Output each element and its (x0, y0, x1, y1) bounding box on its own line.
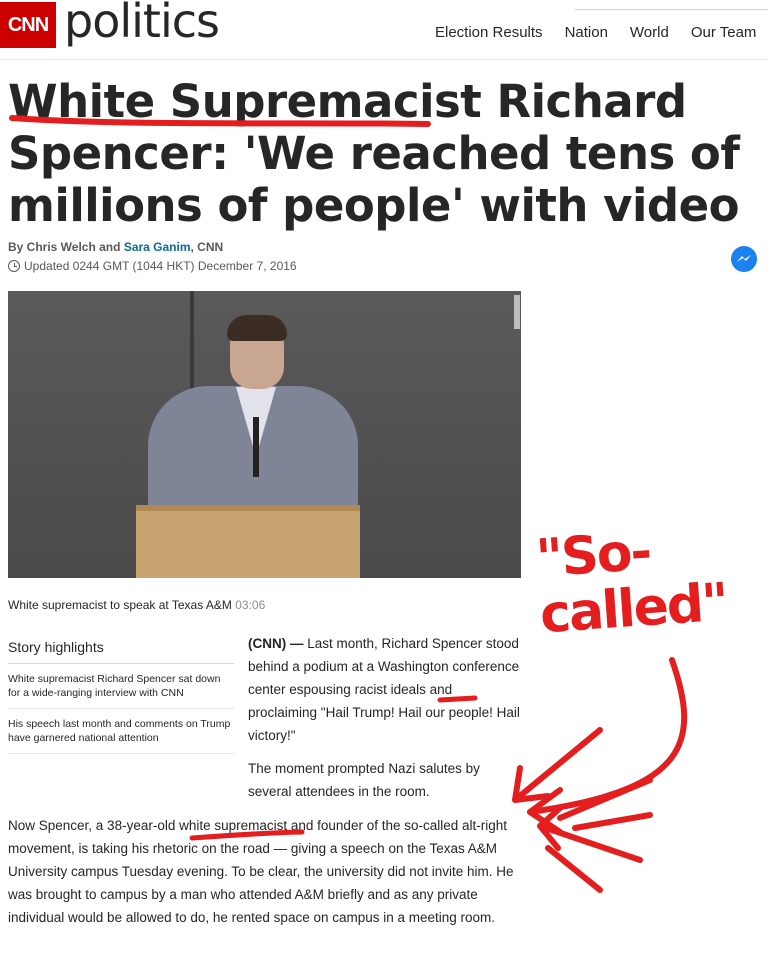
article-body-column: (CNN) — Last month, Richard Spencer stoo… (248, 632, 523, 813)
article-headline: White Supremacist Richard Spencer: 'We r… (8, 75, 740, 232)
video-podium (136, 505, 360, 578)
article-lede: (CNN) — (248, 636, 304, 651)
nav-nation[interactable]: Nation (565, 24, 608, 41)
video-caption[interactable]: White supremacist to speak at Texas A&M … (8, 598, 265, 612)
byline: By Chris Welch and Sara Ganim, CNN (8, 240, 223, 254)
highlights-title: Story highlights (8, 631, 234, 664)
article-paragraph-text: Last month, Richard Spencer stood behind… (248, 636, 520, 743)
video-duration: 03:06 (235, 598, 266, 612)
video-player[interactable] (8, 291, 521, 578)
updated-text: Updated 0244 GMT (1044 HKT) December 7, … (24, 259, 297, 273)
highlights-item: His speech last month and comments on Tr… (8, 709, 234, 754)
fan-arrow (557, 777, 653, 821)
video-caption-text: White supremacist to speak at Texas A&M (8, 598, 232, 612)
video-speaker-hair (227, 315, 287, 341)
curved-arrow (527, 657, 688, 815)
author-link[interactable]: Sara Ganim (124, 240, 191, 254)
section-title[interactable]: politics (64, 0, 220, 48)
fan-arrow (545, 845, 603, 893)
video-microphone (253, 417, 259, 477)
updated-timestamp: Updated 0244 GMT (1044 HKT) December 7, … (8, 259, 297, 273)
main-nav: Election Results Nation World Our Team (435, 24, 756, 41)
video-watermark (514, 295, 520, 329)
highlights-item: White supremacist Richard Spencer sat do… (8, 664, 234, 709)
site-header: CNN politics Election Results Nation Wor… (0, 0, 768, 60)
article-paragraph: (CNN) — Last month, Richard Spencer stoo… (248, 632, 523, 747)
article-paragraph: Now Spencer, a 38-year-old white suprema… (8, 818, 514, 925)
byline-suffix: , CNN (190, 240, 224, 254)
nav-our-team[interactable]: Our Team (691, 24, 757, 41)
nav-world[interactable]: World (630, 24, 669, 41)
byline-prefix: By Chris Welch and (8, 240, 124, 254)
clock-icon (8, 260, 20, 272)
arrow-head (527, 787, 563, 835)
header-top-bar (575, 0, 768, 10)
story-highlights: Story highlights White supremacist Richa… (8, 631, 234, 754)
messenger-icon[interactable] (731, 246, 757, 272)
article-paragraph: The moment prompted Nazi salutes by seve… (248, 761, 480, 799)
annotation-line-2: called" (538, 572, 729, 646)
cnn-logo[interactable]: CNN (0, 2, 56, 48)
fan-arrow (572, 812, 653, 831)
fan-arrow (537, 805, 643, 863)
fan-arrow (512, 727, 603, 803)
nav-election-results[interactable]: Election Results (435, 24, 543, 41)
so-called-annotation: "So- called" (534, 519, 729, 646)
